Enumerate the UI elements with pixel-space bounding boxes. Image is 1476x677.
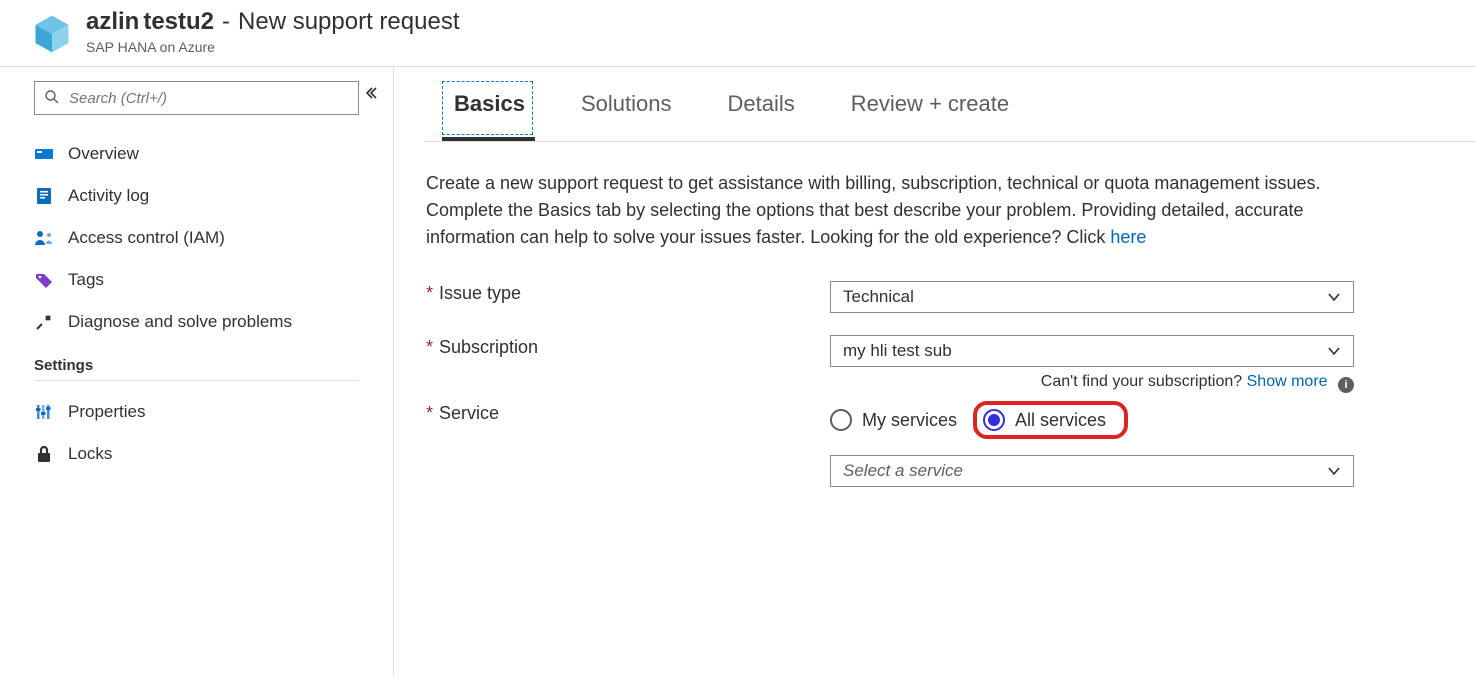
sidebar-item-label: Properties [68,402,145,422]
sidebar-item-locks[interactable]: Locks [0,433,393,475]
search-input[interactable] [34,81,359,115]
issue-type-label: * Issue type [426,281,830,304]
settings-heading: Settings [0,357,393,380]
sidebar-item-label: Activity log [68,186,149,206]
sidebar-item-properties[interactable]: Properties [0,391,393,433]
radio-my-services-label: My services [862,410,957,431]
intro-text: Create a new support request to get assi… [426,170,1354,251]
show-more-link[interactable]: Show more [1247,373,1328,390]
sidebar-item-label: Access control (IAM) [68,228,225,248]
page-header: azlintestu2 - New support request SAP HA… [0,0,1476,67]
chevron-down-icon [1327,290,1341,304]
divider [34,380,359,381]
activity-log-icon [34,186,54,206]
sidebar-item-tags[interactable]: Tags [0,259,393,301]
properties-icon [34,402,54,422]
required-marker: * [426,283,433,304]
resource-icon [30,12,74,56]
tab-review-create[interactable]: Review + create [851,91,1009,141]
sidebar-item-diagnose[interactable]: Diagnose and solve problems [0,301,393,343]
page-title: azlintestu2 - New support request [86,8,459,37]
chevron-down-icon [1327,344,1341,358]
access-control-icon [34,228,54,248]
diagnose-icon [34,312,54,332]
subscription-label: * Subscription [426,335,830,358]
tab-details[interactable]: Details [727,91,794,141]
subscription-select[interactable]: my hli test sub [830,335,1354,367]
subscription-hint: Can't find your subscription? Show more … [830,373,1354,393]
sidebar-item-overview[interactable]: Overview [0,133,393,175]
resource-name-prefix: azlin [86,8,139,37]
radio-all-services-label: All services [1015,410,1106,431]
tab-solutions[interactable]: Solutions [581,91,672,141]
annotation-highlight: All services [973,401,1128,439]
tab-bar: Basics Solutions Details Review + create [424,67,1476,142]
resource-type-label: SAP HANA on Azure [86,39,459,56]
required-marker: * [426,337,433,358]
service-label: * Service [426,401,830,424]
overview-icon [34,144,54,164]
search-icon [44,89,60,110]
required-marker: * [426,403,433,424]
tab-basics[interactable]: Basics [454,91,525,141]
collapse-sidebar-button[interactable] [363,85,379,106]
radio-all-services[interactable] [983,409,1005,431]
sidebar-item-label: Locks [68,444,112,464]
old-experience-link[interactable]: here [1110,227,1146,247]
resource-name-suffix: testu2 [143,8,214,37]
main-content: Basics Solutions Details Review + create… [394,67,1476,677]
info-icon[interactable]: i [1338,377,1354,393]
tags-icon [34,270,54,290]
service-select[interactable]: Select a service [830,455,1354,487]
locks-icon [34,444,54,464]
radio-my-services[interactable] [830,409,852,431]
sidebar-item-label: Overview [68,144,139,164]
sidebar: Overview Activity log Access control (IA… [0,67,394,677]
chevron-down-icon [1327,464,1341,478]
sidebar-item-access-control[interactable]: Access control (IAM) [0,217,393,259]
issue-type-select[interactable]: Technical [830,281,1354,313]
sidebar-item-label: Diagnose and solve problems [68,312,292,332]
sidebar-item-label: Tags [68,270,104,290]
sidebar-item-activity-log[interactable]: Activity log [0,175,393,217]
